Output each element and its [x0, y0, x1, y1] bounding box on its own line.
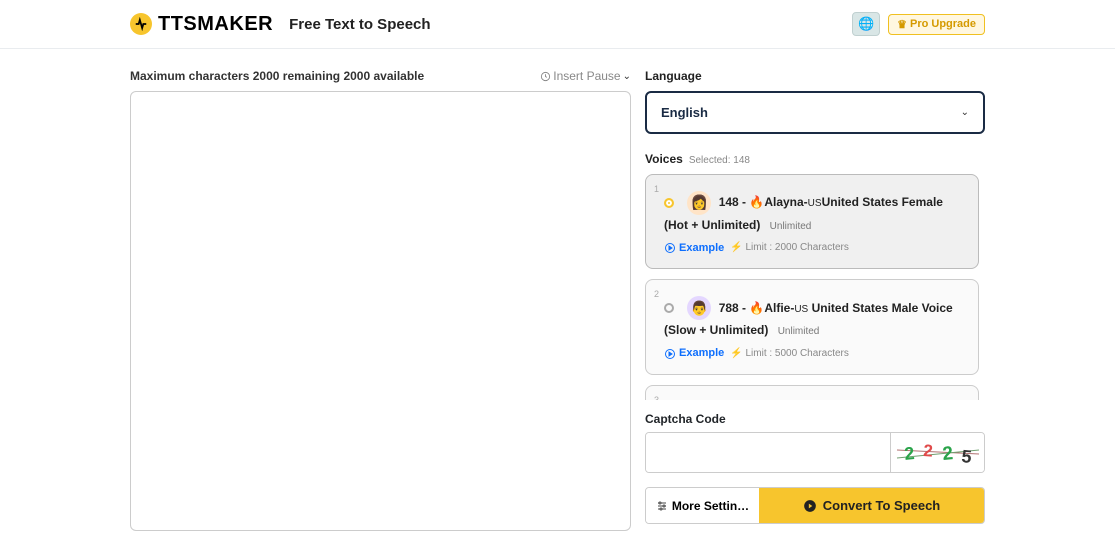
- language-label: Language: [645, 69, 985, 83]
- svg-text:5: 5: [960, 446, 972, 467]
- avatar: 👨: [687, 296, 711, 320]
- captcha-row: 2 2 2 5: [645, 432, 985, 473]
- language-select[interactable]: English ⌄: [645, 91, 985, 134]
- insert-pause-button[interactable]: Insert Pause ⌄: [540, 69, 631, 83]
- language-value: English: [661, 105, 708, 120]
- char-count-label: Maximum characters 2000 remaining 2000 a…: [130, 69, 424, 83]
- play-circle-icon: [664, 242, 676, 254]
- header-right: 🌐 ♛ Pro Upgrade: [852, 12, 985, 36]
- svg-text:2: 2: [941, 443, 953, 465]
- chevron-down-icon: ⌄: [623, 71, 631, 82]
- diamond-icon: ♛: [897, 18, 907, 31]
- header: TTSMAKER Free Text to Speech 🌐 ♛ Pro Upg…: [0, 0, 1115, 49]
- voices-selected-text: Selected: 148: [689, 155, 750, 166]
- language-switch-button[interactable]: 🌐: [852, 12, 880, 36]
- example-play-button[interactable]: Example: [664, 344, 724, 364]
- action-button-row: More Settin… Convert To Speech: [645, 487, 985, 524]
- clock-icon: [540, 71, 551, 82]
- example-play-button[interactable]: Example: [664, 239, 724, 259]
- char-count-row: Maximum characters 2000 remaining 2000 a…: [130, 69, 631, 83]
- convert-button[interactable]: Convert To Speech: [759, 488, 984, 523]
- text-input[interactable]: [130, 91, 631, 531]
- voice-card[interactable]: 2 👨 788 - 🔥Alfie-US United States Male V…: [645, 279, 979, 374]
- voices-list[interactable]: 1 👩 148 - 🔥Alayna-USUnited States Female…: [645, 174, 985, 400]
- play-circle-icon: [803, 499, 817, 513]
- play-circle-icon: [664, 348, 676, 360]
- tagline: Free Text to Speech: [289, 16, 430, 33]
- avatar: 👩: [687, 191, 711, 215]
- brand-text: TTSMAKER: [158, 13, 273, 36]
- captcha-svg: 2 2 2 5: [895, 436, 981, 470]
- voice-index: 3: [654, 392, 659, 400]
- svg-text:2: 2: [922, 441, 933, 461]
- pro-upgrade-button[interactable]: ♛ Pro Upgrade: [888, 14, 985, 35]
- text-editor-column: Maximum characters 2000 remaining 2000 a…: [130, 69, 631, 536]
- voice-index: 2: [654, 286, 659, 302]
- voices-label: Voices: [645, 152, 683, 166]
- logo-icon: [130, 13, 152, 35]
- voices-header: Voices Selected: 148: [645, 152, 985, 166]
- translate-icon: 🌐: [858, 16, 874, 32]
- voice-index: 1: [654, 181, 659, 197]
- captcha-image[interactable]: 2 2 2 5: [890, 433, 984, 472]
- unlimited-badge: Unlimited: [778, 326, 820, 337]
- char-limit-text: ⚡ Limit : 2000 Characters: [730, 239, 849, 257]
- sliders-icon: [656, 500, 668, 512]
- captcha-input[interactable]: [646, 433, 890, 472]
- chevron-down-icon: ⌄: [961, 107, 969, 118]
- svg-text:2: 2: [903, 443, 915, 464]
- header-left: TTSMAKER Free Text to Speech: [130, 13, 431, 36]
- voice-card[interactable]: 1 👩 148 - 🔥Alayna-USUnited States Female…: [645, 174, 979, 269]
- main-container: Maximum characters 2000 remaining 2000 a…: [0, 49, 1115, 556]
- pro-label: Pro Upgrade: [910, 18, 976, 30]
- char-limit-text: ⚡ Limit : 5000 Characters: [730, 345, 849, 363]
- radio-unselected-icon[interactable]: [664, 303, 674, 313]
- more-settings-button[interactable]: More Settin…: [646, 488, 759, 523]
- settings-column: Language English ⌄ Voices Selected: 148 …: [645, 69, 985, 536]
- unlimited-badge: Unlimited: [770, 221, 812, 232]
- voice-card[interactable]: 3: [645, 385, 979, 400]
- radio-selected-icon[interactable]: [664, 198, 674, 208]
- captcha-label: Captcha Code: [645, 412, 985, 426]
- logo[interactable]: TTSMAKER: [130, 13, 273, 36]
